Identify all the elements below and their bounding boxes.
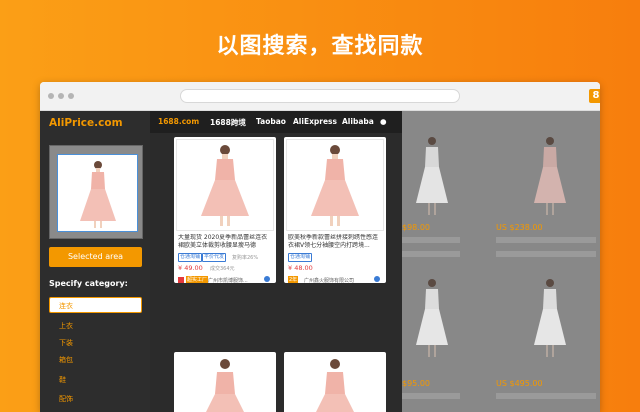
- query-image-box: [49, 145, 143, 239]
- category-item-tops[interactable]: 上衣: [59, 321, 73, 331]
- result-image[interactable]: [284, 352, 386, 412]
- text-placeholder: [402, 251, 460, 257]
- seller-row: 2年 广州鑫火服饰有限公司: [284, 275, 386, 285]
- product-thumbnail[interactable]: [522, 131, 577, 219]
- aliprice-extension-icon[interactable]: 8: [589, 89, 600, 103]
- result-image[interactable]: [176, 139, 274, 231]
- result-card[interactable]: [174, 352, 276, 412]
- product-price: US $495.00: [496, 379, 543, 388]
- result-image[interactable]: [174, 352, 276, 412]
- text-placeholder: [496, 393, 596, 399]
- result-card[interactable]: [284, 352, 386, 412]
- seller-name[interactable]: 广州鑫火服饰有限公司: [304, 277, 354, 284]
- query-image[interactable]: [57, 154, 138, 232]
- result-badge: 仓通淘铺: [178, 253, 203, 262]
- more-tabs-icon[interactable]: ●: [380, 117, 387, 126]
- result-title[interactable]: 大量现货 2020夏季新品蕾丝连衣裙欧美立体裁剪收腰显瘦马德: [178, 234, 273, 250]
- product-price: US $238.00: [496, 223, 543, 232]
- tab-alibaba[interactable]: Alibaba: [342, 117, 374, 126]
- text-placeholder: [496, 237, 596, 243]
- category-item-bags[interactable]: 箱包: [59, 355, 73, 365]
- result-image[interactable]: [286, 139, 384, 231]
- page-headline: 以图搜索，查找同款: [216, 34, 424, 59]
- product-price: $95.00: [402, 379, 430, 388]
- product-thumbnail[interactable]: [404, 273, 459, 361]
- text-placeholder: [402, 393, 460, 399]
- product-page-overlay: $98.00 US $238.00 $95.00 US $495.00: [402, 111, 600, 412]
- tab-1688-crossborder[interactable]: 1688跨境: [210, 117, 246, 128]
- category-item-dresses[interactable]: 连衣: [49, 297, 142, 313]
- browser-window: 8 ⋮ AliPrice.com Selected area Specify c…: [40, 82, 600, 412]
- window-dot-icon[interactable]: [48, 93, 54, 99]
- brand-logo[interactable]: AliPrice.com: [49, 117, 123, 129]
- text-placeholder: [496, 251, 596, 257]
- window-dot-icon[interactable]: [68, 93, 74, 99]
- seller-row: 超实工厂 广州市凯博服饰...: [174, 275, 276, 285]
- result-title[interactable]: 欧美秋季新款蕾丝拼接刺绣性感连衣裙V领七分袖腰空内打跨境...: [288, 234, 383, 250]
- seller-tag: 2年: [288, 276, 299, 283]
- category-item-shoes[interactable]: 鞋: [59, 375, 66, 385]
- chat-icon[interactable]: [374, 276, 380, 282]
- category-item-bottoms[interactable]: 下装: [59, 338, 73, 348]
- category-item-accessories[interactable]: 配饰: [59, 394, 73, 404]
- tab-taobao[interactable]: Taobao: [256, 117, 286, 126]
- rebuy-rate: 复购率26%: [232, 255, 259, 261]
- product-price: $98.00: [402, 223, 430, 232]
- category-label: 连衣: [59, 302, 73, 310]
- seller-tag: 超实工厂: [186, 276, 209, 283]
- browser-toolbar: 8 ⋮: [40, 82, 600, 111]
- tab-1688[interactable]: 1688.com: [158, 117, 199, 126]
- result-card[interactable]: 大量现货 2020夏季新品蕾丝连衣裙欧美立体裁剪收腰显瘦马德 仓通淘铺 平价代发…: [174, 137, 276, 285]
- result-badge: 仓通淘铺: [288, 253, 313, 262]
- result-badge: 平价代发: [202, 253, 227, 262]
- product-thumbnail[interactable]: [404, 131, 459, 219]
- chat-icon[interactable]: [264, 276, 270, 282]
- source-tabs: 1688.com 1688跨境 Taobao AliExpress Alibab…: [150, 111, 402, 133]
- search-sidebar: AliPrice.com Selected area Specify categ…: [40, 111, 150, 412]
- tab-aliexpress[interactable]: AliExpress: [293, 117, 337, 126]
- window-dot-icon[interactable]: [58, 93, 64, 99]
- selected-area-button[interactable]: Selected area: [49, 247, 142, 267]
- text-placeholder: [402, 237, 460, 243]
- result-price: ¥ 49.00: [178, 264, 203, 272]
- specify-category-label: Specify category:: [49, 279, 128, 288]
- address-bar[interactable]: [180, 89, 460, 103]
- result-sold: 成交364元: [210, 266, 235, 272]
- result-price: ¥ 48.00: [288, 264, 313, 272]
- product-thumbnail[interactable]: [522, 273, 577, 361]
- results-panel: 1688.com 1688跨境 Taobao AliExpress Alibab…: [150, 111, 402, 412]
- result-card[interactable]: 欧美秋季新款蕾丝拼接刺绣性感连衣裙V领七分袖腰空内打跨境... 仓通淘铺 ¥ 4…: [284, 137, 386, 285]
- seller-icon: [178, 277, 184, 283]
- seller-name[interactable]: 广州市凯博服饰...: [208, 277, 248, 284]
